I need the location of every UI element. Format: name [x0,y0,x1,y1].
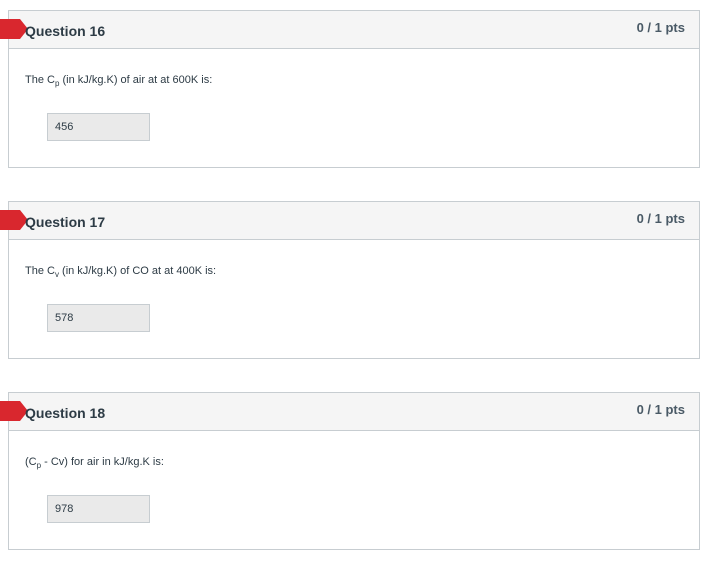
question-16-card: Question 16 0 / 1 pts The Cp (in kJ/kg.K… [0,10,700,168]
question-text: (Cp - Cv) for air in kJ/kg.K is: [25,456,164,471]
question-points: 0 / 1 pts [636,211,685,226]
incorrect-flag-icon [0,210,28,230]
answer-field[interactable]: 978 [47,495,150,523]
question-header: Question 16 0 / 1 pts [0,11,699,49]
question-title: Question 18 [25,405,106,421]
question-header: Question 18 0 / 1 pts [0,393,699,431]
question-header: Question 17 0 / 1 pts [0,202,699,240]
question-text: The Cv (in kJ/kg.K) of CO at at 400K is: [25,265,217,280]
answer-field[interactable]: 456 [47,113,150,141]
incorrect-flag-icon [0,401,28,421]
answer-field[interactable]: 578 [47,304,150,332]
incorrect-flag-icon [0,19,28,39]
question-17-card: Question 17 0 / 1 pts The Cv (in kJ/kg.K… [0,201,700,359]
question-title: Question 17 [25,214,106,230]
question-title: Question 16 [25,23,106,39]
question-text: The Cp (in kJ/kg.K) of air at at 600K is… [25,74,213,89]
question-points: 0 / 1 pts [636,402,685,417]
question-points: 0 / 1 pts [636,20,685,35]
question-18-card: Question 18 0 / 1 pts (Cp - Cv) for air … [0,392,700,550]
